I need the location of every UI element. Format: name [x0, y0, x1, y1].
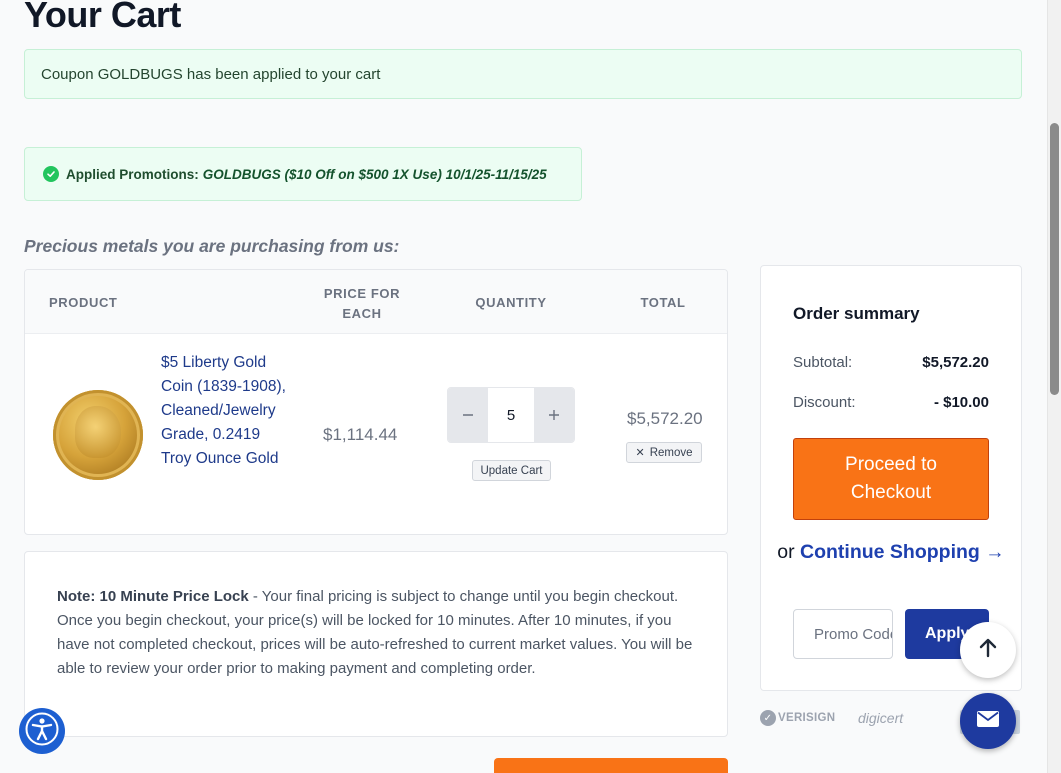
remove-label: Remove	[649, 446, 693, 459]
accessibility-button[interactable]	[19, 708, 65, 754]
page-title: Your Cart	[24, 0, 181, 35]
promotions-value: GOLDBUGS ($10 Off on $500 1X Use) 10/1/2…	[202, 166, 547, 182]
continue-shopping: or Continue Shopping →	[777, 538, 1005, 566]
subtotal-label: Subtotal:	[793, 354, 853, 371]
price-lock-note: Note: 10 Minute Price Lock - Your final …	[24, 551, 728, 737]
discount-row: Discount: - $10.00	[793, 394, 989, 411]
continue-prefix: or	[777, 541, 801, 563]
subtotal-value: $5,572.20	[922, 354, 989, 371]
column-header-quantity: QUANTITY	[475, 295, 547, 310]
product-name-link[interactable]: $5 Liberty Gold Coin (1839-1908), Cleane…	[161, 351, 289, 471]
quantity-stepper: 5	[447, 387, 575, 443]
promotions-label: Applied Promotions:	[66, 166, 199, 182]
decrease-quantity-button[interactable]	[448, 388, 488, 442]
verisign-badge: ✓ VERISIGN	[760, 710, 835, 726]
verisign-label: VERISIGN	[778, 712, 836, 724]
digicert-label: digicert	[858, 710, 904, 726]
proceed-to-checkout-bottom-button[interactable]	[494, 758, 728, 773]
close-icon: ✕	[635, 447, 645, 459]
proceed-to-checkout-button[interactable]: Proceed to Checkout	[793, 438, 989, 520]
digicert-badge: digicert	[858, 710, 903, 726]
check-circle-icon	[43, 166, 59, 182]
remove-item-button[interactable]: ✕ Remove	[626, 442, 702, 463]
order-summary-title: Order summary	[793, 304, 920, 323]
continue-shopping-link[interactable]: Continue Shopping →	[800, 541, 1005, 563]
cart-table-header: PRODUCT PRICE FOR EACH QUANTITY TOTAL	[25, 270, 727, 334]
applied-promotions-banner: Applied Promotions: GOLDBUGS ($10 Off on…	[24, 147, 582, 201]
discount-label: Discount:	[793, 394, 856, 411]
contact-email-button[interactable]	[960, 693, 1016, 749]
product-image[interactable]	[53, 390, 143, 480]
update-cart-button[interactable]: Update Cart	[472, 460, 551, 481]
column-header-total: TOTAL	[640, 295, 686, 310]
column-header-price: PRICE FOR EACH	[323, 286, 401, 321]
plus-icon	[548, 404, 560, 427]
discount-value: - $10.00	[933, 394, 989, 411]
coupon-applied-alert: Coupon GOLDBUGS has been applied to your…	[24, 49, 1022, 99]
cart-table: PRODUCT PRICE FOR EACH QUANTITY TOTAL $5…	[24, 269, 728, 535]
price-lock-note-title: Note: 10 Minute Price Lock	[57, 588, 249, 605]
cart-subheading: Precious metals you are purchasing from …	[24, 236, 400, 256]
promo-code-input[interactable]	[793, 609, 893, 659]
subtotal-row: Subtotal: $5,572.20	[793, 354, 989, 371]
line-total: $5,572.20	[627, 409, 703, 428]
scrollbar-thumb[interactable]	[1050, 123, 1059, 395]
quantity-input[interactable]: 5	[488, 388, 534, 442]
scroll-to-top-button[interactable]	[960, 622, 1016, 678]
mail-icon	[977, 710, 999, 732]
increase-quantity-button[interactable]	[534, 388, 574, 442]
column-header-product: PRODUCT	[49, 295, 118, 310]
accessibility-icon	[25, 712, 59, 751]
minus-icon	[462, 404, 474, 427]
verisign-check-icon: ✓	[760, 710, 776, 726]
page-scrollbar[interactable]	[1047, 0, 1061, 773]
price-each: $1,114.44	[323, 425, 398, 444]
cart-page: Your Cart Coupon GOLDBUGS has been appli…	[0, 0, 1047, 773]
arrow-up-icon	[977, 637, 999, 664]
